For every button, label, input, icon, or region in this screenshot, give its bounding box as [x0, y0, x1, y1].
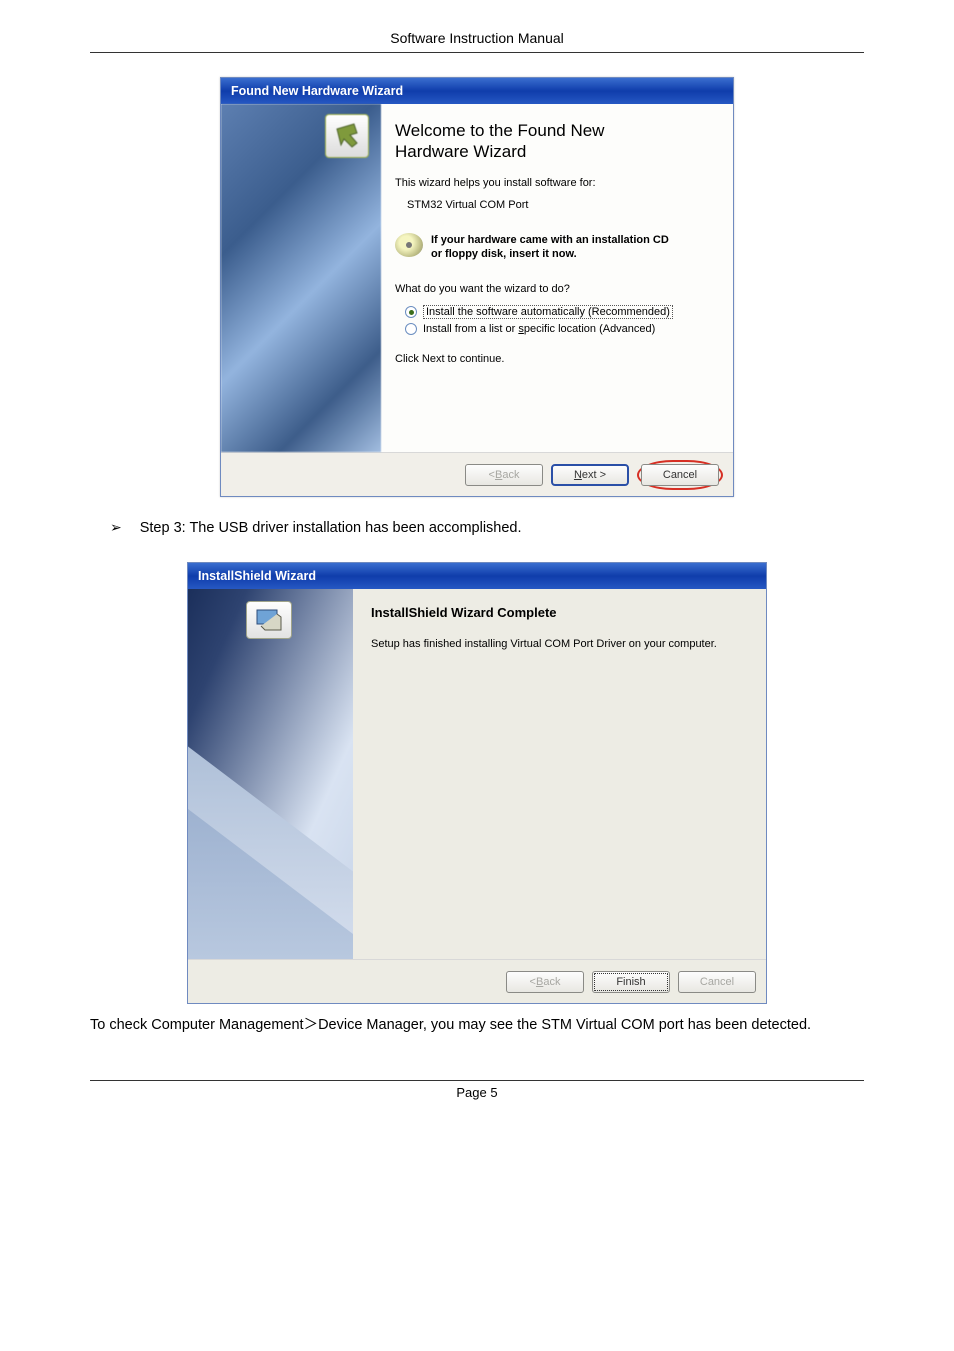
- dialog2-side-panel: [188, 589, 353, 959]
- radio-auto-label: Install the software automatically (Reco…: [423, 305, 673, 319]
- cancel-button: Cancel: [678, 971, 756, 993]
- radio-specific-location[interactable]: Install from a list or specific location…: [405, 323, 719, 335]
- dialog1-continue: Click Next to continue.: [395, 353, 719, 365]
- step3-line: ➢ Step 3: The USB driver installation ha…: [110, 519, 864, 536]
- dialog2-button-row: < Back Finish Cancel: [188, 959, 766, 1003]
- radio-dot-selected-icon: [405, 306, 417, 318]
- dialog1-side-panel: [221, 104, 381, 452]
- page-footer: Page 5: [90, 1080, 864, 1100]
- dialog2-titlebar: InstallShield Wizard: [188, 563, 766, 589]
- back-button: < Back: [465, 464, 543, 486]
- next-button[interactable]: Next >: [551, 464, 629, 486]
- radio-auto-install[interactable]: Install the software automatically (Reco…: [405, 305, 719, 319]
- dialog1-heading: Welcome to the Found New Hardware Wizard: [395, 120, 719, 163]
- radio-specific-label: Install from a list or specific location…: [423, 323, 655, 335]
- installshield-wizard-dialog: InstallShield Wizard InstallShield Wizar…: [187, 562, 767, 1004]
- cd-icon: [395, 233, 423, 257]
- dialog2-heading: InstallShield Wizard Complete: [371, 605, 748, 620]
- cd-hint-row: If your hardware came with an installati…: [395, 233, 719, 262]
- dialog1-prompt: What do you want the wizard to do?: [395, 283, 719, 295]
- finish-button[interactable]: Finish: [592, 971, 670, 993]
- dialog2-body-text: Setup has finished installing Virtual CO…: [371, 638, 748, 650]
- step3-text: Step 3: The USB driver installation has …: [140, 520, 522, 536]
- computer-icon: [246, 601, 292, 639]
- page-header: Software Instruction Manual: [90, 30, 864, 53]
- radio-dot-unselected-icon: [405, 323, 417, 335]
- cancel-button[interactable]: Cancel: [641, 464, 719, 486]
- dialog1-device-name: STM32 Virtual COM Port: [395, 199, 719, 211]
- cancel-highlight-annotation: Cancel: [637, 460, 723, 490]
- back-button: < Back: [506, 971, 584, 993]
- outro-text: To check Computer Management＞Device Mana…: [90, 1012, 864, 1040]
- dialog1-titlebar: Found New Hardware Wizard: [221, 78, 733, 104]
- bullet-arrow-icon: ➢: [110, 519, 122, 536]
- found-new-hardware-wizard-dialog: Found New Hardware Wizard Welcome to the…: [220, 77, 734, 497]
- dialog1-intro: This wizard helps you install software f…: [395, 177, 719, 189]
- hardware-icon: [325, 114, 369, 158]
- dialog1-button-row: < Back Next > Cancel: [221, 452, 733, 496]
